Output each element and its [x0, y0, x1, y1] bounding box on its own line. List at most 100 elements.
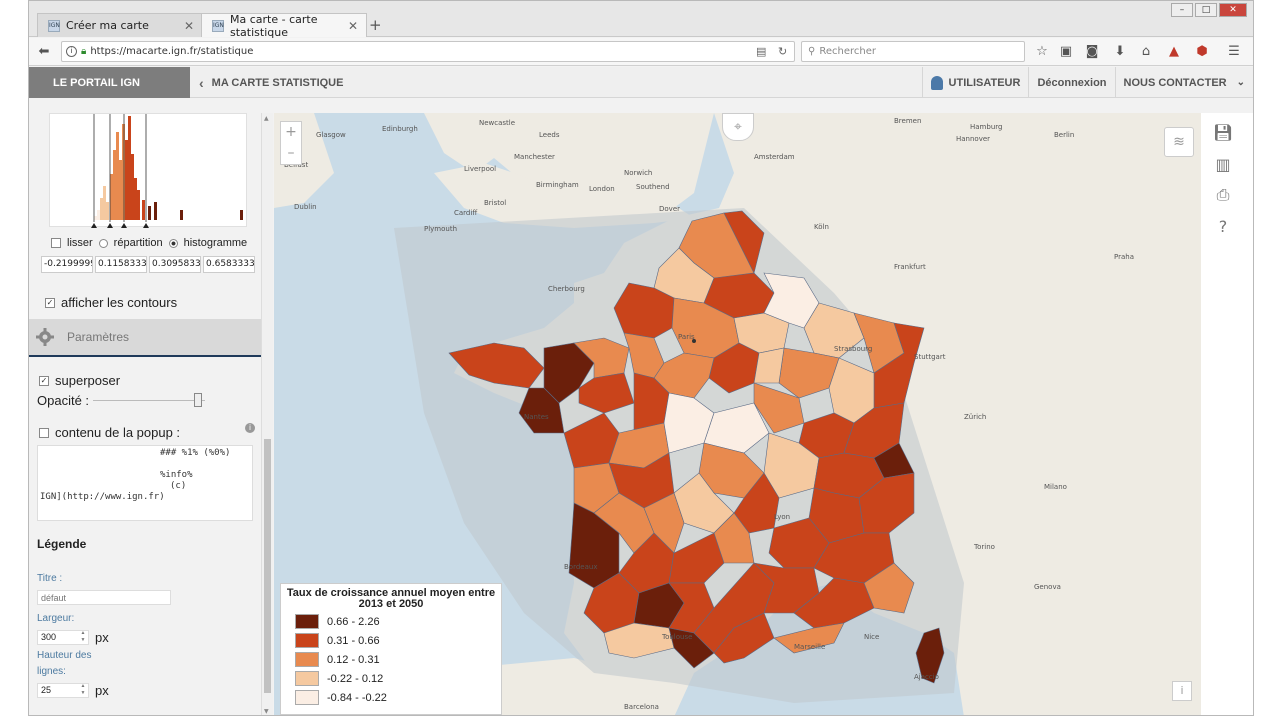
locate-icon[interactable]: ⌖: [722, 113, 754, 141]
contact-label: NOUS CONTACTER: [1123, 76, 1227, 89]
title-label: Titre :: [37, 573, 63, 584]
bookmark-star-icon[interactable]: ☆: [1033, 43, 1051, 61]
info-icon[interactable]: i: [245, 423, 255, 433]
scroll-up-icon[interactable]: ▲: [264, 115, 269, 122]
opacity-slider-handle[interactable]: [194, 393, 202, 407]
legend-swatch: [295, 671, 319, 686]
smooth-checkbox[interactable]: [51, 238, 61, 248]
logout-link[interactable]: Déconnexion: [1028, 67, 1114, 98]
popup-line: IGN](http://www.ign.fr): [40, 492, 165, 502]
map-legend: Taux de croissance annuel moyen entre 20…: [280, 583, 502, 715]
map-place-label: Amsterdam: [754, 153, 795, 161]
maximize-icon[interactable]: □: [1195, 3, 1217, 17]
histogram-bar: [180, 210, 183, 220]
popup-content-textarea[interactable]: ### %1% (%0%) %info% (c) IGN](http://www…: [37, 445, 253, 521]
contact-menu[interactable]: NOUS CONTACTER ⌄: [1114, 67, 1253, 98]
width-stepper[interactable]: ▲ ▼: [79, 630, 87, 645]
window-controls: – □ ✕: [1171, 3, 1247, 17]
contours-checkbox[interactable]: ✓: [45, 297, 55, 308]
map-place-label: Genova: [1034, 583, 1061, 591]
minimize-icon[interactable]: –: [1171, 3, 1193, 17]
histogram-bar: [134, 178, 137, 220]
map-place-label: Norwich: [624, 169, 653, 177]
navigation-bar: ⬅ i 🔒︎ https://macarte.ign.fr/statistiqu…: [29, 38, 1253, 66]
histogram-options: lisser répartition histogramme: [51, 237, 247, 249]
tab-ma-carte[interactable]: IGN Ma carte - carte statistique ✕: [201, 12, 367, 39]
tab-creer-ma-carte[interactable]: IGN Créer ma carte ✕: [37, 13, 203, 37]
menu-icon[interactable]: ☰: [1225, 43, 1243, 61]
portal-link[interactable]: LE PORTAIL IGN: [29, 67, 190, 98]
layers-icon[interactable]: ≋: [1164, 127, 1194, 157]
map-place-label: Cherbourg: [548, 285, 585, 293]
popup-checkbox[interactable]: [39, 427, 49, 438]
tab-label: Ma carte - carte statistique: [230, 12, 318, 39]
superpose-checkbox[interactable]: ✓: [39, 375, 49, 386]
zoom-in-button[interactable]: +: [281, 122, 301, 143]
pdf-icon[interactable]: ▲: [1165, 43, 1183, 61]
close-window-icon[interactable]: ✕: [1219, 3, 1247, 17]
scrollbar-thumb[interactable]: [264, 439, 271, 693]
map-place-label: Newcastle: [479, 119, 516, 127]
map-place-label: Milano: [1044, 483, 1067, 491]
map-place-label: Hamburg: [970, 123, 1003, 131]
search-input[interactable]: ⚲ Rechercher: [801, 41, 1025, 62]
legend-label: 0.31 - 0.66: [327, 634, 380, 647]
reload-icon[interactable]: ↻: [778, 45, 787, 58]
clipboard-icon[interactable]: ▣: [1057, 43, 1075, 61]
map-place-label: Bristol: [484, 199, 507, 207]
legend-row: -0.84 - -0.22: [295, 690, 387, 705]
panel-scrollbar[interactable]: ▲ ▼: [261, 113, 273, 715]
class-break-handle-icon[interactable]: [143, 223, 149, 228]
site-info-icon[interactable]: i: [66, 46, 77, 57]
page-title[interactable]: ‹ MA CARTE STATISTIQUE: [199, 67, 343, 98]
opacity-slider[interactable]: [93, 393, 205, 407]
map-icon[interactable]: ▥: [1213, 155, 1233, 175]
scroll-down-icon[interactable]: ▼: [264, 708, 269, 715]
map-place-label: Strasbourg: [834, 345, 873, 353]
save-icon[interactable]: 💾︎: [1213, 123, 1233, 143]
map-place-label: Edinburgh: [382, 125, 418, 133]
url-bar[interactable]: i 🔒︎ https://macarte.ign.fr/statistique …: [61, 41, 795, 62]
bound-input[interactable]: -0.2199999: [41, 256, 93, 273]
row-height-stepper[interactable]: ▲ ▼: [79, 683, 87, 698]
histogram-svg: [91, 114, 243, 228]
map-place-label: Bremen: [894, 117, 922, 125]
superpose-option: ✓ superposer: [39, 373, 120, 388]
pocket-icon[interactable]: ◙: [1083, 43, 1101, 61]
histogram-bar: [137, 190, 140, 220]
map-place-label: Liverpool: [464, 165, 497, 173]
help-icon[interactable]: ?: [1213, 217, 1233, 237]
adblock-icon[interactable]: ⬢: [1193, 43, 1211, 61]
map-place-label: Ajaccio: [914, 673, 939, 681]
legend-label: 0.12 - 0.31: [327, 653, 380, 666]
histogram-radio[interactable]: [168, 238, 178, 248]
search-placeholder: Rechercher: [819, 46, 876, 57]
bound-input[interactable]: 0.11583333: [95, 256, 147, 273]
title-input[interactable]: [37, 590, 171, 605]
reader-view-icon[interactable]: ▤: [756, 45, 766, 58]
print-icon[interactable]: ⎙: [1213, 185, 1233, 205]
zoom-out-button[interactable]: –: [281, 143, 301, 164]
map-view[interactable]: Glasgow Edinburgh Newcastle Belfast Dublin Li…: [274, 113, 1201, 715]
histogram-bar: [128, 116, 131, 220]
download-icon[interactable]: ⬇: [1111, 43, 1129, 61]
close-tab-icon[interactable]: ✕: [348, 19, 358, 33]
class-break-handle-icon[interactable]: [91, 223, 97, 228]
bound-input[interactable]: 0.65833333: [203, 256, 255, 273]
back-icon[interactable]: ⬅: [35, 43, 53, 61]
class-break-handle-icon[interactable]: [107, 223, 113, 228]
legend-row: 0.12 - 0.31: [295, 652, 380, 667]
legend-label: -0.22 - 0.12: [327, 672, 384, 685]
new-tab-button[interactable]: +: [369, 16, 382, 34]
user-menu[interactable]: UTILISATEUR: [921, 67, 1029, 98]
url-text: https://macarte.ign.fr/statistique: [90, 46, 254, 57]
class-break-handle-icon[interactable]: [121, 223, 127, 228]
attribution-info-icon[interactable]: i: [1172, 681, 1192, 701]
close-tab-icon[interactable]: ✕: [184, 19, 194, 33]
bound-input[interactable]: 0.30958333: [149, 256, 201, 273]
params-section-header[interactable]: Paramètres: [29, 319, 261, 357]
distribution-label: répartition: [113, 237, 163, 249]
home-icon[interactable]: ⌂: [1137, 43, 1155, 61]
histogram-bar: [100, 198, 103, 220]
distribution-radio[interactable]: [98, 238, 108, 248]
